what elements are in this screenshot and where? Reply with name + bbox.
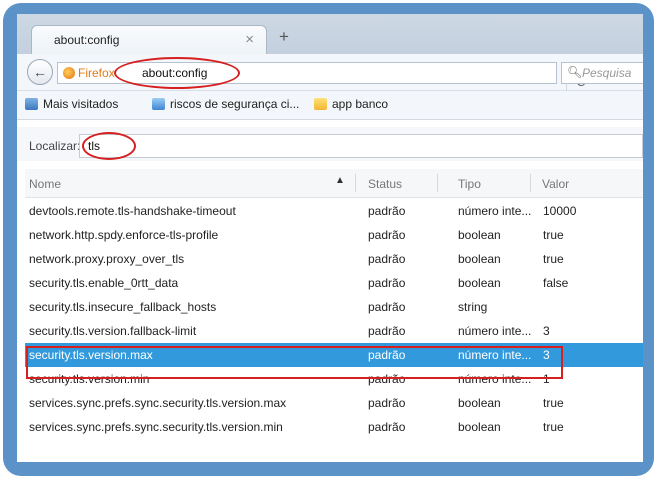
- cell-value: true: [543, 420, 564, 434]
- navigation-bar: ← Firefox about:config C 🔍︎ Pesquisa: [17, 54, 643, 93]
- cell-type: string: [458, 300, 488, 314]
- filter-value: tls: [88, 139, 100, 153]
- cell-name: security.tls.version.fallback-limit: [29, 324, 197, 338]
- url-bar[interactable]: Firefox about:config C: [57, 62, 586, 93]
- new-tab-icon[interactable]: +: [279, 27, 289, 47]
- cell-value: 10000: [543, 204, 577, 218]
- cell-value: true: [543, 252, 564, 266]
- browser-window: about:config × + ← Firefox about:config …: [17, 14, 643, 462]
- table-row[interactable]: security.tls.insecure_fallback_hosts padr…: [25, 295, 643, 319]
- preferences-table: Nome ▲ Status Tipo Valor devtools.remote…: [25, 169, 643, 462]
- sort-ascending-icon[interactable]: ▲: [335, 175, 345, 186]
- filter-bar: Localizar: tls: [17, 127, 643, 161]
- column-divider[interactable]: [437, 174, 438, 192]
- cell-name: services.sync.prefs.sync.security.tls.ve…: [29, 396, 287, 410]
- cell-name: services.sync.prefs.sync.security.tls.ve…: [29, 420, 283, 434]
- cell-type: número inte...: [458, 204, 532, 218]
- cell-value: true: [543, 228, 564, 242]
- bookmark-label: Mais visitados: [43, 97, 119, 111]
- search-icon: 🔍︎: [567, 65, 583, 79]
- back-button[interactable]: ←: [27, 59, 53, 85]
- cell-type: boolean: [458, 276, 501, 290]
- bookmark-app-banco[interactable]: app banco: [314, 97, 388, 111]
- cell-value: 3: [543, 348, 550, 362]
- identity-label: Firefox: [78, 66, 115, 80]
- table-row[interactable]: services.sync.prefs.sync.security.tls.ve…: [25, 415, 643, 439]
- cell-name: devtools.remote.tls-handshake-timeout: [29, 204, 236, 218]
- table-row[interactable]: devtools.remote.tls-handshake-timeout pad…: [25, 199, 643, 223]
- column-header-type[interactable]: Tipo: [458, 177, 481, 191]
- cell-type: número inte...: [458, 348, 532, 362]
- cell-status: padrão: [368, 228, 406, 242]
- table-row[interactable]: security.tls.version.min padrão número int…: [25, 367, 643, 391]
- cell-name: network.proxy.proxy_over_tls: [29, 252, 185, 266]
- column-divider[interactable]: [355, 174, 356, 192]
- bookmark-label: riscos de segurança ci...: [170, 97, 300, 111]
- cell-type: número inte...: [458, 372, 532, 386]
- cell-status: padrão: [368, 396, 406, 410]
- cell-name: security.tls.version.max: [29, 348, 153, 362]
- search-filter-input[interactable]: tls: [79, 134, 643, 158]
- tab-strip: about:config × +: [17, 14, 643, 54]
- cell-type: boolean: [458, 420, 501, 434]
- table-row[interactable]: security.tls.version.fallback-limit padrã…: [25, 319, 643, 343]
- cell-status: padrão: [368, 252, 406, 266]
- bookmark-riscos[interactable]: riscos de segurança ci...: [152, 97, 299, 111]
- tab-about-config[interactable]: about:config ×: [31, 25, 267, 54]
- cell-value: 1: [543, 372, 550, 386]
- table-row-selected[interactable]: security.tls.version.max padrão número int…: [25, 343, 643, 367]
- cell-type: boolean: [458, 228, 501, 242]
- table-header: Nome ▲ Status Tipo Valor: [25, 169, 643, 198]
- column-header-value[interactable]: Valor: [542, 177, 569, 191]
- column-divider[interactable]: [530, 174, 531, 192]
- cell-status: padrão: [368, 204, 406, 218]
- table-row[interactable]: security.tls.enable_0rtt_data padrão boole…: [25, 271, 643, 295]
- cell-status: padrão: [368, 300, 406, 314]
- bookmark-mais-visitados[interactable]: Mais visitados: [25, 97, 118, 111]
- bookmark-label: app banco: [332, 97, 389, 111]
- cell-status: padrão: [368, 372, 406, 386]
- cell-value: true: [543, 396, 564, 410]
- cell-value: 3: [543, 324, 550, 338]
- cell-value: false: [543, 276, 569, 290]
- page-icon: [152, 98, 165, 110]
- tab-title: about:config: [54, 33, 120, 47]
- cell-status: padrão: [368, 348, 406, 362]
- cell-status: padrão: [368, 420, 406, 434]
- table-row[interactable]: network.http.spdy.enforce-tls-profile pad…: [25, 223, 643, 247]
- folder-icon: [314, 98, 327, 110]
- firefox-icon: [63, 67, 75, 79]
- bookmarks-toolbar: Mais visitados riscos de segurança ci...…: [17, 91, 643, 120]
- cell-name: security.tls.version.min: [29, 372, 150, 386]
- url-text[interactable]: about:config: [142, 66, 207, 80]
- table-row[interactable]: network.proxy.proxy_over_tls padrão boolea…: [25, 247, 643, 271]
- cell-type: boolean: [458, 396, 501, 410]
- search-bar[interactable]: 🔍︎ Pesquisa: [561, 62, 643, 84]
- cell-name: network.http.spdy.enforce-tls-profile: [29, 228, 219, 242]
- column-header-status[interactable]: Status: [368, 177, 402, 191]
- cell-name: security.tls.enable_0rtt_data: [29, 276, 179, 290]
- cell-name: security.tls.insecure_fallback_hosts: [29, 300, 217, 314]
- column-header-name[interactable]: Nome: [29, 177, 61, 191]
- table-row[interactable]: services.sync.prefs.sync.security.tls.ve…: [25, 391, 643, 415]
- close-tab-icon[interactable]: ×: [245, 31, 254, 48]
- back-arrow-icon: ←: [33, 64, 47, 80]
- most-visited-icon: [25, 98, 38, 110]
- cell-type: número inte...: [458, 324, 532, 338]
- cell-status: padrão: [368, 324, 406, 338]
- cell-type: boolean: [458, 252, 501, 266]
- search-placeholder: Pesquisa: [582, 66, 632, 80]
- filter-label: Localizar:: [29, 139, 81, 153]
- cell-status: padrão: [368, 276, 406, 290]
